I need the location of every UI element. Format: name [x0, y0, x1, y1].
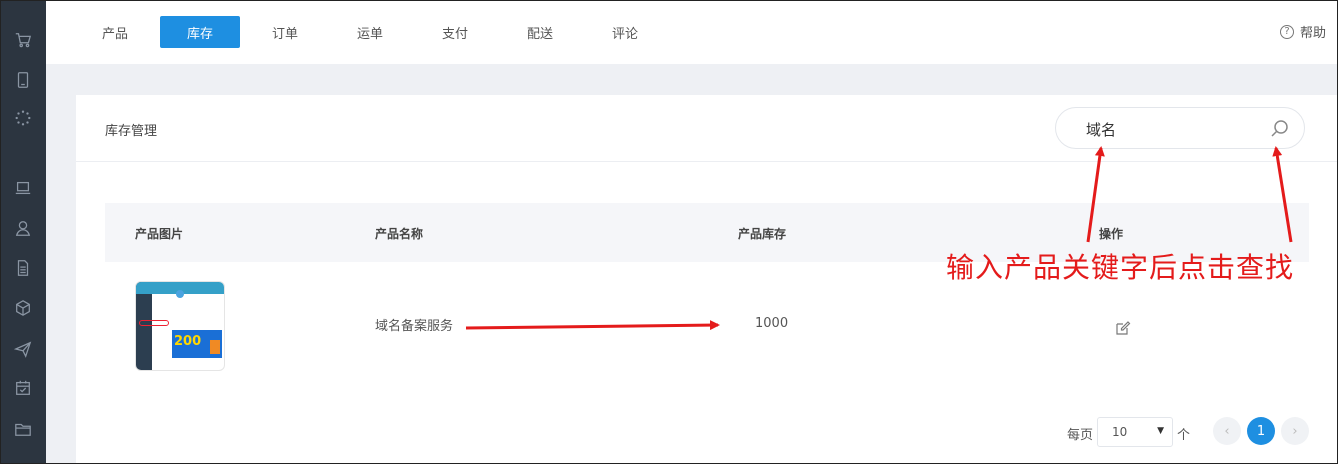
per-page-unit: 个: [1177, 428, 1191, 443]
folder-icon[interactable]: [13, 419, 33, 439]
thumbnail-badge: 200: [174, 334, 202, 349]
column-header: 产品图片: [135, 227, 184, 241]
annotation-label: 输入产品关键字后点击查找: [946, 251, 1295, 284]
next-page-button[interactable]: ›: [1281, 417, 1309, 445]
page-number-button[interactable]: 1: [1247, 417, 1275, 445]
product-name: 域名备案服务: [375, 319, 454, 334]
tab-inventory[interactable]: 库存: [160, 16, 240, 48]
prev-page-button[interactable]: ‹: [1213, 417, 1241, 445]
tablet-icon[interactable]: [13, 70, 33, 90]
tab-delivery[interactable]: 配送: [500, 16, 580, 48]
send-icon[interactable]: [13, 339, 33, 359]
tab-payments[interactable]: 支付: [415, 16, 495, 48]
column-header: 操作: [1099, 227, 1124, 241]
help-label: 帮助: [1299, 26, 1326, 41]
column-header: 产品名称: [375, 227, 424, 241]
column-header: 产品库存: [738, 227, 787, 241]
document-icon[interactable]: [13, 258, 33, 278]
product-stock: 1000: [755, 316, 789, 331]
help-icon: ?: [1279, 24, 1294, 39]
page-size-select[interactable]: 10 ▼: [1097, 417, 1173, 447]
tab-waybills[interactable]: 运单: [330, 16, 410, 48]
loading-icon[interactable]: [13, 108, 33, 128]
box-icon[interactable]: [13, 298, 33, 318]
tab-products[interactable]: 产品: [75, 16, 155, 48]
per-page-label: 每页: [1067, 428, 1094, 443]
search-icon[interactable]: [1270, 119, 1290, 139]
tab-orders[interactable]: 订单: [245, 16, 325, 48]
page-title: 库存管理: [105, 124, 158, 139]
tab-reviews[interactable]: 评论: [585, 16, 665, 48]
caret-down-icon: ▼: [1157, 426, 1164, 436]
user-icon[interactable]: [13, 218, 33, 238]
laptop-icon[interactable]: [13, 178, 33, 198]
divider: [76, 161, 1338, 162]
sidebar: [0, 0, 46, 464]
help-link[interactable]: ? 帮助: [1279, 22, 1326, 41]
cart-icon[interactable]: [13, 30, 33, 50]
search-input[interactable]: [1086, 118, 1256, 140]
calendar-check-icon[interactable]: [13, 378, 33, 398]
page-size-value: 10: [1112, 425, 1128, 439]
edit-icon[interactable]: [1115, 320, 1131, 336]
search-box: [1055, 107, 1305, 149]
top-nav: 产品 库存 订单 运单 支付 配送 评论 ? 帮助: [46, 0, 1338, 64]
product-thumbnail[interactable]: 200: [135, 281, 225, 371]
